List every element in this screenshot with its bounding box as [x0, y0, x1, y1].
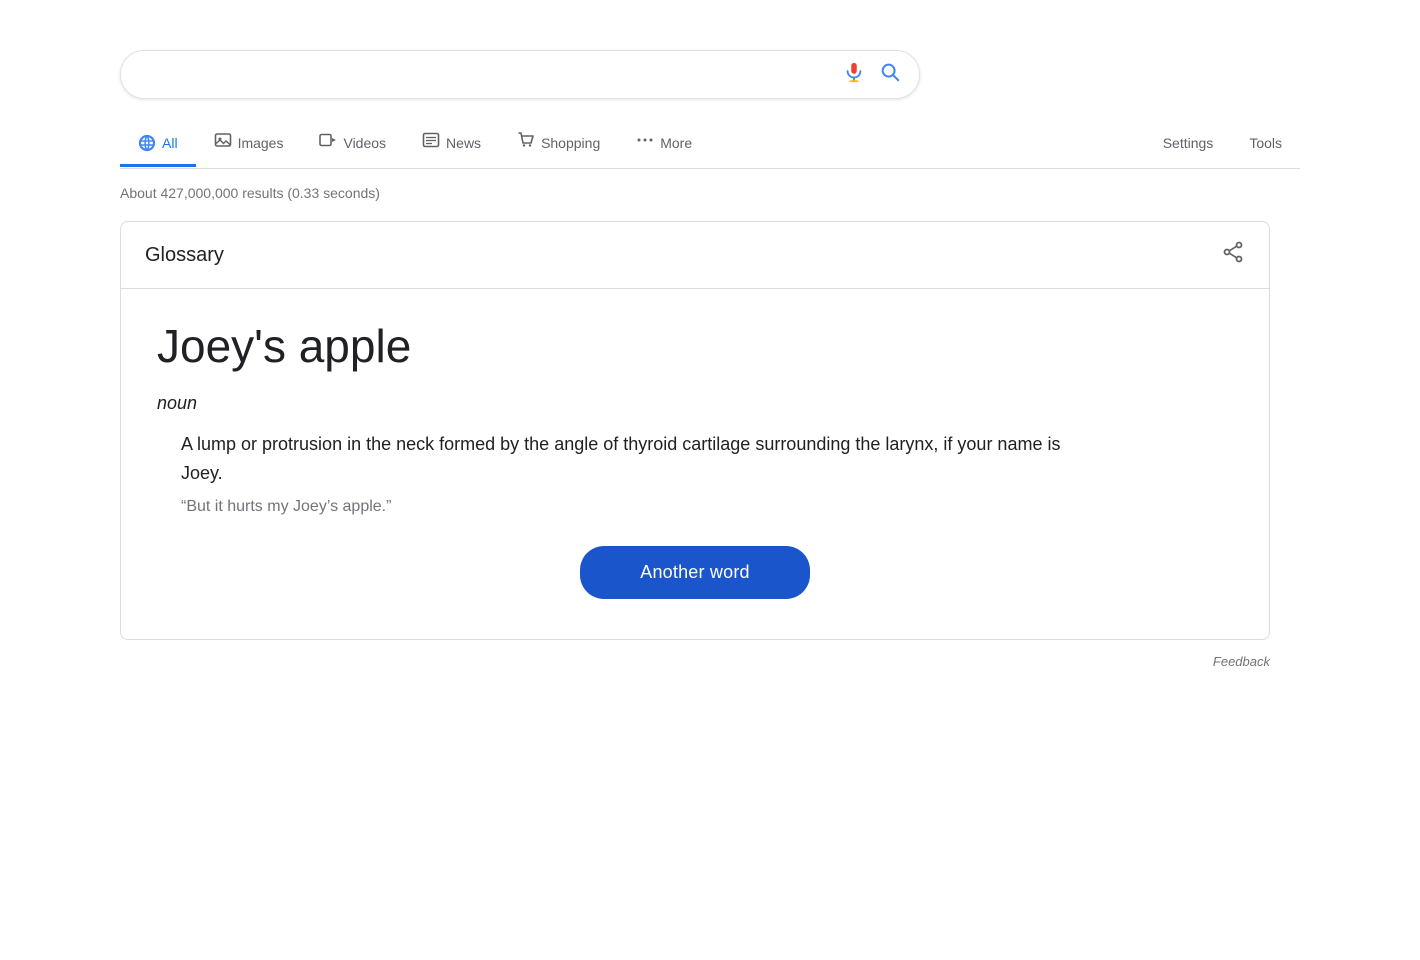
share-icon[interactable] [1221, 240, 1245, 270]
tab-videos-label: Videos [343, 135, 386, 151]
tab-videos[interactable]: Videos [301, 119, 404, 169]
images-tab-icon [214, 131, 232, 154]
tab-shopping-label: Shopping [541, 135, 600, 151]
feedback-link[interactable]: Feedback [1213, 654, 1270, 669]
tab-tools-label: Tools [1249, 135, 1282, 151]
word-title: Joey's apple [157, 319, 1233, 373]
word-part-of-speech: noun [157, 393, 1233, 414]
word-definition: A lump or protrusion in the neck formed … [181, 430, 1081, 488]
glossary-card: Glossary Joey's apple noun A lump or pro… [120, 221, 1270, 640]
tab-settings[interactable]: Settings [1145, 123, 1232, 166]
word-example: “But it hurts my Joey’s apple.” [181, 498, 1233, 516]
tab-shopping[interactable]: Shopping [499, 119, 618, 169]
microphone-icon[interactable] [843, 61, 865, 88]
feedback-row: Feedback [120, 654, 1270, 669]
settings-tools-group: Settings Tools [1145, 123, 1300, 165]
results-count: About 427,000,000 results (0.33 seconds) [120, 185, 1300, 201]
search-button-icon[interactable] [879, 61, 901, 88]
tab-news[interactable]: News [404, 119, 499, 169]
navigation-tabs: All Images Videos [120, 119, 1300, 169]
tab-more[interactable]: More [618, 119, 710, 169]
tab-all[interactable]: All [120, 122, 196, 167]
tab-settings-label: Settings [1163, 135, 1214, 151]
news-tab-icon [422, 131, 440, 154]
tab-images-label: Images [238, 135, 284, 151]
glossary-card-header: Glossary [121, 222, 1269, 289]
tab-tools[interactable]: Tools [1231, 123, 1300, 166]
all-tab-icon [138, 134, 156, 152]
glossary-card-body: Joey's apple noun A lump or protrusion i… [121, 289, 1269, 639]
another-word-button[interactable]: Another word [580, 546, 809, 599]
search-input[interactable]: friends glossary [139, 64, 843, 85]
tab-more-label: More [660, 135, 692, 151]
videos-tab-icon [319, 131, 337, 154]
search-bar-container: friends glossary [120, 50, 1300, 99]
shopping-tab-icon [517, 131, 535, 154]
more-tab-icon [636, 131, 654, 154]
tab-news-label: News [446, 135, 481, 151]
search-icons [843, 61, 901, 88]
glossary-section-title: Glossary [145, 244, 224, 267]
tab-images[interactable]: Images [196, 119, 302, 169]
search-bar: friends glossary [120, 50, 920, 99]
tab-all-label: All [162, 135, 178, 151]
